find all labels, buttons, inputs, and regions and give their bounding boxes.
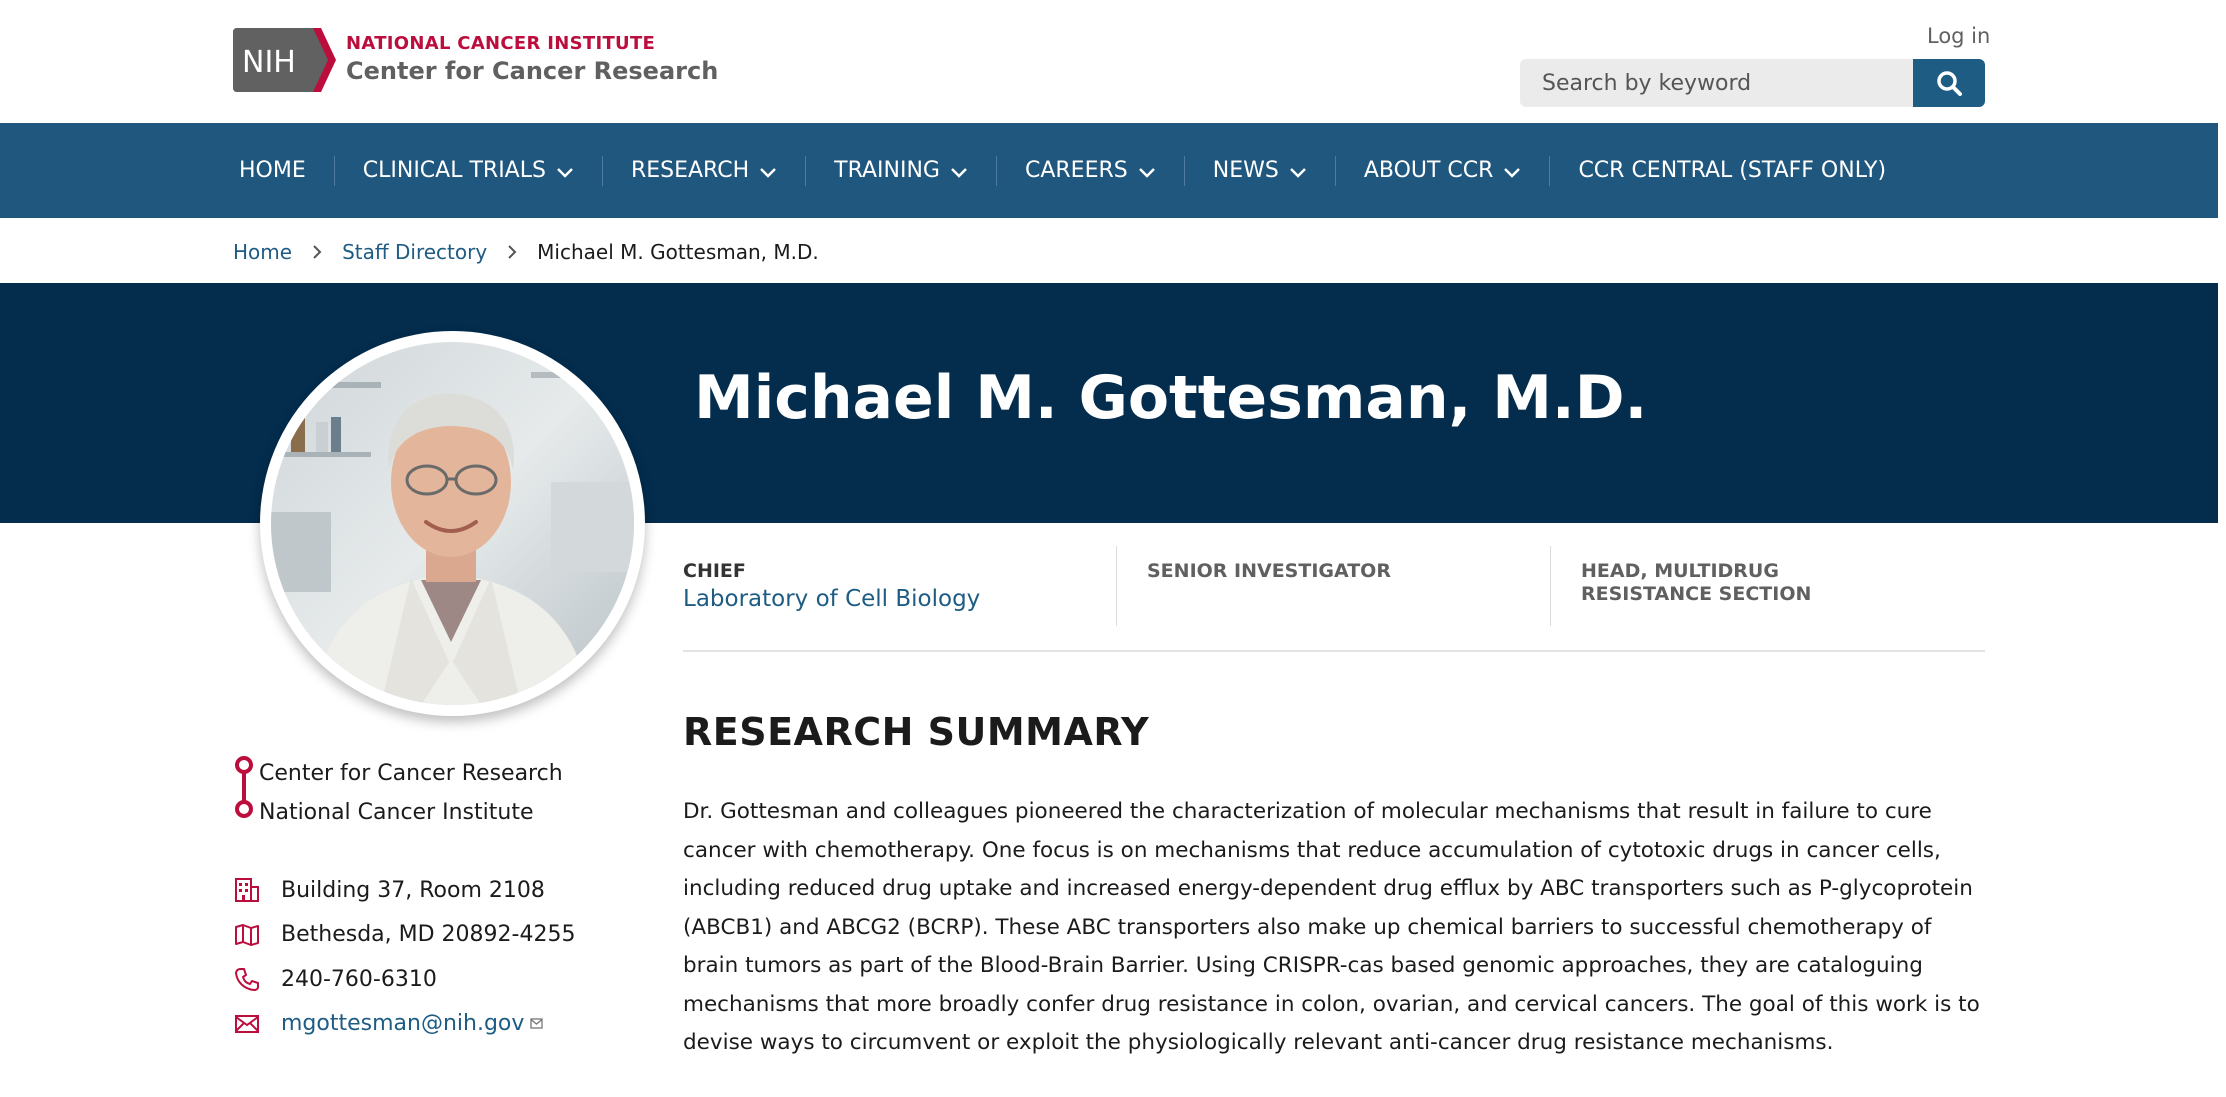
nav-item-careers[interactable]: CAREERS [997, 155, 1185, 186]
site-logo[interactable]: NIH NATIONAL CANCER INSTITUTE Center for… [233, 28, 718, 92]
phone-number: 240-760-6310 [281, 966, 437, 992]
breadcrumb-current: Michael M. Gottesman, M.D. [537, 240, 819, 264]
title-chief: CHIEF Laboratory of Cell Biology [683, 546, 1117, 626]
nav-item-research[interactable]: RESEARCH [603, 155, 807, 186]
building-icon [233, 876, 261, 904]
chevron-right-icon [508, 245, 517, 259]
nav-item-news[interactable]: NEWS [1185, 155, 1336, 186]
org-hierarchy-icon [235, 756, 253, 818]
research-summary-heading: RESEARCH SUMMARY [683, 710, 1150, 754]
org-affiliation: Center for Cancer Research National Canc… [233, 754, 563, 832]
nih-logo-mark: NIH [233, 28, 336, 92]
svg-text:NIH: NIH [242, 45, 296, 80]
chevron-down-icon [760, 168, 777, 178]
title-senior-investigator: SENIOR INVESTIGATOR [1117, 546, 1551, 626]
nav-item-about-ccr[interactable]: ABOUT CCR [1336, 155, 1551, 186]
site-header: NIH NATIONAL CANCER INSTITUTE Center for… [0, 0, 2218, 123]
lab-link[interactable]: Laboratory of Cell Biology [683, 586, 980, 612]
office-location: Building 37, Room 2108 [281, 877, 545, 903]
chevron-right-icon [313, 245, 322, 259]
main-nav: HOME CLINICAL TRIALS RESEARCH TRAINING C… [0, 123, 2218, 218]
profile-photo [260, 331, 645, 716]
title-role: SENIOR INVESTIGATOR [1147, 560, 1391, 582]
title-section-head: HEAD, MULTIDRUG RESISTANCE SECTION [1551, 546, 1985, 626]
nav-item-home[interactable]: HOME [225, 155, 335, 186]
org-institute: National Cancer Institute [259, 800, 534, 825]
map-icon [233, 921, 261, 949]
nav-item-ccr-central[interactable]: CCR CENTRAL (STAFF ONLY) [1550, 156, 1914, 186]
search-input[interactable] [1520, 59, 1913, 107]
contact-info: Building 37, Room 2108 Bethesda, MD 2089… [233, 868, 575, 1046]
research-summary-text: Dr. Gottesman and colleagues pioneered t… [683, 799, 1980, 1055]
chevron-down-icon [1504, 168, 1521, 178]
title-role: CHIEF [683, 560, 746, 582]
search-button[interactable] [1913, 59, 1985, 107]
breadcrumb-home[interactable]: Home [233, 240, 292, 264]
mail-icon [233, 1010, 261, 1038]
org-center: Center for Cancer Research [259, 761, 563, 786]
breadcrumb: Home Staff Directory Michael M. Gottesma… [233, 240, 819, 264]
search-icon [1937, 71, 1962, 96]
logo-center-name: Center for Cancer Research [346, 57, 719, 85]
nav-item-training[interactable]: TRAINING [806, 155, 997, 186]
position-titles: CHIEF Laboratory of Cell Biology SENIOR … [683, 546, 1985, 652]
logo-institute-name: NATIONAL CANCER INSTITUTE [346, 33, 656, 54]
chevron-down-icon [1138, 168, 1155, 178]
page-title: Michael M. Gottesman, M.D. [694, 363, 1648, 433]
phone-icon [233, 965, 261, 993]
external-mail-icon [530, 1018, 544, 1029]
title-role: HEAD, MULTIDRUG RESISTANCE SECTION [1581, 560, 1812, 605]
chevron-down-icon [557, 168, 573, 178]
login-link[interactable]: Log in [1927, 24, 1990, 48]
breadcrumb-staff-directory[interactable]: Staff Directory [342, 240, 487, 264]
email-link[interactable]: mgottesman@nih.gov [281, 1011, 524, 1036]
city-address: Bethesda, MD 20892-4255 [281, 922, 576, 948]
nav-item-clinical-trials[interactable]: CLINICAL TRIALS [335, 155, 603, 186]
chevron-down-icon [951, 168, 967, 178]
chevron-down-icon [1289, 168, 1306, 178]
portrait-image [271, 342, 634, 705]
search-form [1520, 59, 1985, 107]
